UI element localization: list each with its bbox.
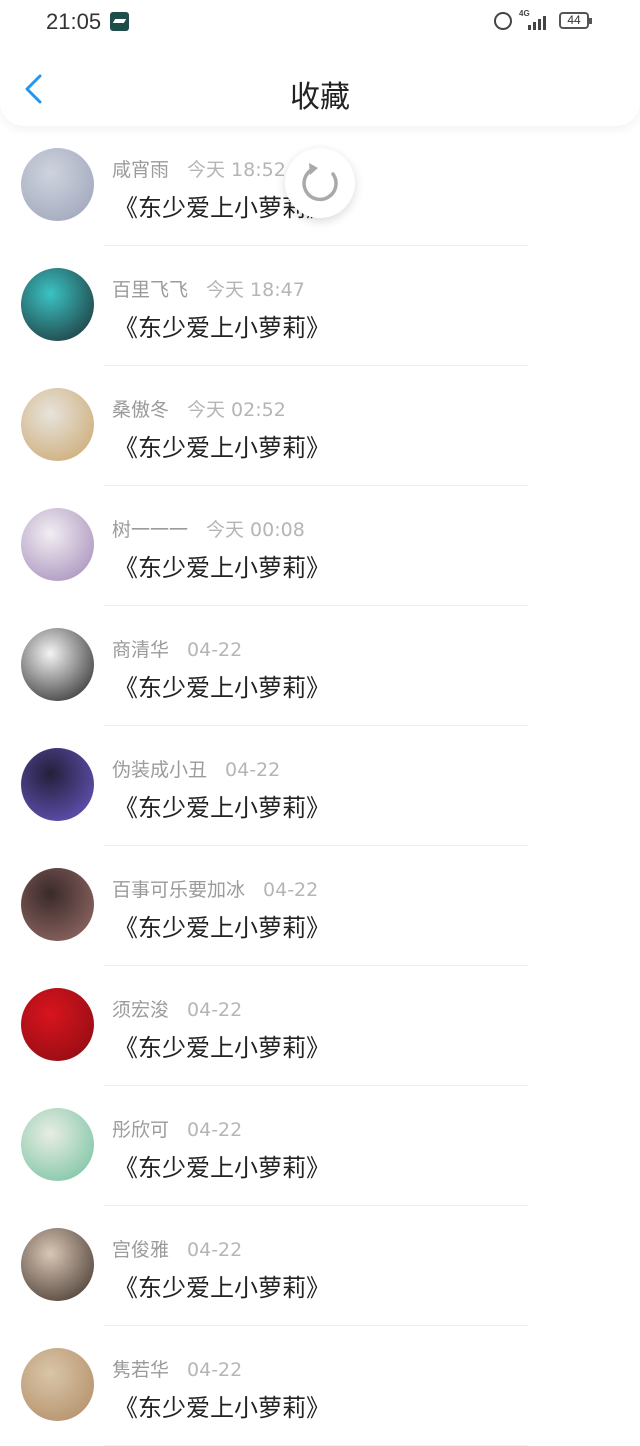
- alarm-icon: [494, 12, 512, 30]
- avatar[interactable]: [21, 508, 94, 581]
- avatar[interactable]: [21, 148, 94, 221]
- user-name: 隽若华: [112, 1359, 170, 1381]
- timestamp: 今天 18:52: [187, 159, 286, 181]
- avatar[interactable]: [21, 1108, 94, 1181]
- user-name: 须宏浚: [112, 999, 170, 1021]
- favorite-title: 《东少爱上小萝莉》: [114, 674, 330, 702]
- list-item[interactable]: 隽若华 04-22 《东少爱上小萝莉》: [0, 1326, 640, 1446]
- timestamp: 今天 02:52: [187, 399, 286, 421]
- list-item[interactable]: 百事可乐要加冰 04-22 《东少爱上小萝莉》: [0, 846, 640, 966]
- avatar[interactable]: [21, 868, 94, 941]
- user-name: 宫俊雅: [112, 1239, 170, 1261]
- favorite-title: 《东少爱上小萝莉》: [114, 554, 330, 582]
- user-name: 桑傲冬: [112, 399, 170, 421]
- favorite-title: 《东少爱上小萝莉》: [114, 434, 330, 462]
- favorite-title: 《东少爱上小萝莉》: [114, 1394, 330, 1422]
- list-item[interactable]: 百里飞飞 今天 18:47 《东少爱上小萝莉》: [0, 246, 640, 366]
- favorite-title: 《东少爱上小萝莉》: [114, 314, 330, 342]
- favorite-title: 《东少爱上小萝莉》: [114, 794, 330, 822]
- timestamp: 04-22: [187, 999, 243, 1021]
- avatar[interactable]: [21, 748, 94, 821]
- timestamp: 04-22: [225, 759, 281, 781]
- user-name: 伪装成小丑: [112, 759, 208, 781]
- avatar[interactable]: [21, 1228, 94, 1301]
- timestamp: 今天 18:47: [206, 279, 305, 301]
- timestamp: 04-22: [187, 639, 243, 661]
- avatar[interactable]: [21, 628, 94, 701]
- favorites-list: 咸宵雨 今天 18:52 《东少爱上小萝莉》 百里飞飞 今天 18:47 《东少爱上…: [0, 126, 640, 1446]
- user-name: 咸宵雨: [112, 159, 170, 181]
- list-item[interactable]: 彤欣可 04-22 《东少爱上小萝莉》: [0, 1086, 640, 1206]
- timestamp: 今天 00:08: [206, 519, 305, 541]
- user-name: 百事可乐要加冰: [112, 879, 246, 901]
- status-time: 21:05: [46, 9, 102, 34]
- favorite-title: 《东少爱上小萝莉》: [114, 1154, 330, 1182]
- list-item[interactable]: 宫俊雅 04-22 《东少爱上小萝莉》: [0, 1206, 640, 1326]
- user-name: 彤欣可: [112, 1119, 170, 1141]
- favorite-title: 《东少爱上小萝莉》: [114, 1274, 330, 1302]
- list-item[interactable]: 商清华 04-22 《东少爱上小萝莉》: [0, 606, 640, 726]
- list-item[interactable]: 桑傲冬 今天 02:52 《东少爱上小萝莉》: [0, 366, 640, 486]
- signal-icon: [522, 14, 550, 30]
- list-item[interactable]: 伪装成小丑 04-22 《东少爱上小萝莉》: [0, 726, 640, 846]
- refresh-spinner-icon: [302, 163, 338, 202]
- timestamp: 04-22: [187, 1119, 243, 1141]
- user-name: 百里飞飞: [112, 279, 189, 301]
- timestamp: 04-22: [263, 879, 319, 901]
- avatar[interactable]: [21, 988, 94, 1061]
- timestamp: 04-22: [187, 1359, 243, 1381]
- user-name: 树一一一: [112, 519, 189, 541]
- refresh-indicator: [285, 148, 355, 218]
- timestamp: 04-22: [187, 1239, 243, 1261]
- nav-bar: 收藏: [0, 44, 640, 126]
- list-item[interactable]: 树一一一 今天 00:08 《东少爱上小萝莉》: [0, 486, 640, 606]
- battery-icon: 44: [559, 12, 592, 29]
- app-notification-icon: [110, 12, 129, 31]
- list-item[interactable]: 须宏浚 04-22 《东少爱上小萝莉》: [0, 966, 640, 1086]
- favorite-title: 《东少爱上小萝莉》: [114, 1034, 330, 1062]
- avatar[interactable]: [21, 1348, 94, 1421]
- status-bar: 21:05 4G 44: [0, 0, 640, 44]
- page-title: 收藏: [290, 80, 350, 115]
- avatar[interactable]: [21, 388, 94, 461]
- user-name: 商清华: [112, 639, 170, 661]
- favorite-title: 《东少爱上小萝莉》: [114, 914, 330, 942]
- avatar[interactable]: [21, 268, 94, 341]
